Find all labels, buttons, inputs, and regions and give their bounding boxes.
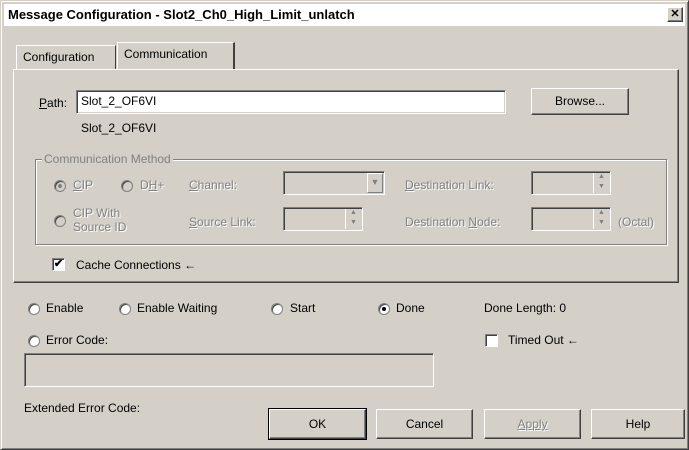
cip-radio[interactable]	[54, 180, 66, 192]
extended-error-code-label: Extended Error Code:	[24, 401, 141, 415]
start-status-label: Start	[290, 301, 316, 315]
source-link-label: Source Link:	[189, 215, 256, 229]
resolved-path-text: Slot_2_OF6VI	[81, 121, 157, 135]
spin-buttons[interactable]: ▲ ▼	[593, 173, 609, 193]
title-bar: Message Configuration - Slot2_Ch0_High_L…	[4, 4, 685, 26]
channel-label: Channel:	[189, 178, 238, 192]
channel-dropdown[interactable]: ▼	[283, 171, 385, 195]
enable-waiting-status-label: Enable Waiting	[137, 301, 218, 315]
cip-with-source-id-label-line1: CIP With	[73, 206, 121, 220]
cip-with-source-id-label: CIP With Source ID	[73, 206, 126, 234]
enable-status-label: Enable	[46, 301, 84, 315]
destination-node-spinner[interactable]: ▲ ▼	[531, 207, 611, 231]
spin-up-icon: ▲	[350, 209, 357, 216]
dhplus-label: DH+	[140, 178, 165, 192]
enable-status-radio	[28, 303, 40, 315]
chevron-down-icon: ▼	[367, 173, 383, 193]
dhplus-radio[interactable]	[121, 180, 133, 192]
source-link-spinner[interactable]: ▲ ▼	[283, 207, 363, 231]
path-input[interactable]: Slot_2_OF6VI	[76, 90, 506, 114]
spin-buttons[interactable]: ▲ ▼	[593, 209, 609, 229]
help-button[interactable]: Help	[591, 409, 685, 439]
done-status-label: Done	[396, 301, 425, 315]
done-status-radio	[378, 303, 390, 315]
close-icon[interactable]: ✕	[667, 7, 683, 22]
error-code-label: Error Code:	[46, 333, 109, 347]
tab-configuration-label: Configuration	[23, 50, 95, 64]
ok-button-label: OK	[308, 417, 327, 431]
cip-with-source-id-label-line2: Source ID	[73, 220, 127, 234]
enable-waiting-status-radio	[119, 303, 131, 315]
octal-label: (Octal)	[618, 215, 654, 229]
spin-buttons[interactable]: ▲ ▼	[345, 209, 361, 229]
spin-down-icon: ▼	[598, 183, 605, 190]
spin-down-icon: ▼	[350, 219, 357, 226]
browse-button-label: Browse...	[554, 94, 605, 108]
browse-button[interactable]: Browse...	[531, 88, 629, 115]
cip-label: CIP	[73, 178, 94, 192]
apply-button[interactable]: Apply	[484, 409, 581, 439]
cache-connections-text: Cache Connections	[76, 258, 181, 272]
spin-up-icon: ▲	[598, 209, 605, 216]
path-input-value: Slot_2_OF6VI	[81, 94, 157, 108]
arrow-left-icon: ←	[566, 333, 579, 347]
done-length-text: Done Length: 0	[484, 301, 567, 315]
communication-method-legend: Communication Method	[42, 152, 173, 166]
cache-connections-label: Cache Connections ←	[76, 258, 196, 272]
window-title: Message Configuration - Slot2_Ch0_High_L…	[8, 7, 355, 22]
destination-link-label: Destination Link:	[405, 178, 494, 192]
apply-button-label: Apply	[517, 417, 548, 431]
error-code-radio	[28, 335, 40, 347]
spin-up-icon: ▲	[598, 173, 605, 180]
ok-button[interactable]: OK	[268, 408, 367, 440]
timed-out-label: Timed Out ←	[508, 333, 579, 347]
destination-node-label: Destination Node:	[405, 215, 501, 229]
tab-communication-label: Communication	[124, 47, 208, 61]
cip-with-source-id-radio[interactable]	[54, 215, 66, 227]
destination-link-spinner[interactable]: ▲ ▼	[531, 171, 611, 195]
help-button-label: Help	[625, 417, 651, 431]
cancel-button-label: Cancel	[405, 417, 444, 431]
timed-out-checkbox	[485, 334, 498, 347]
spin-down-icon: ▼	[598, 219, 605, 226]
cache-connections-checkbox[interactable]: ✔	[52, 258, 65, 271]
path-label: Path:	[39, 96, 68, 110]
tab-configuration[interactable]: Configuration	[16, 45, 116, 69]
arrow-left-icon: ←	[184, 258, 197, 272]
tab-communication[interactable]: Communication	[117, 42, 235, 69]
cancel-button[interactable]: Cancel	[376, 409, 473, 439]
start-status-radio	[271, 303, 283, 315]
timed-out-text: Timed Out	[508, 333, 564, 347]
error-code-text-box	[24, 353, 434, 387]
message-configuration-dialog: Message Configuration - Slot2_Ch0_High_L…	[0, 0, 689, 450]
